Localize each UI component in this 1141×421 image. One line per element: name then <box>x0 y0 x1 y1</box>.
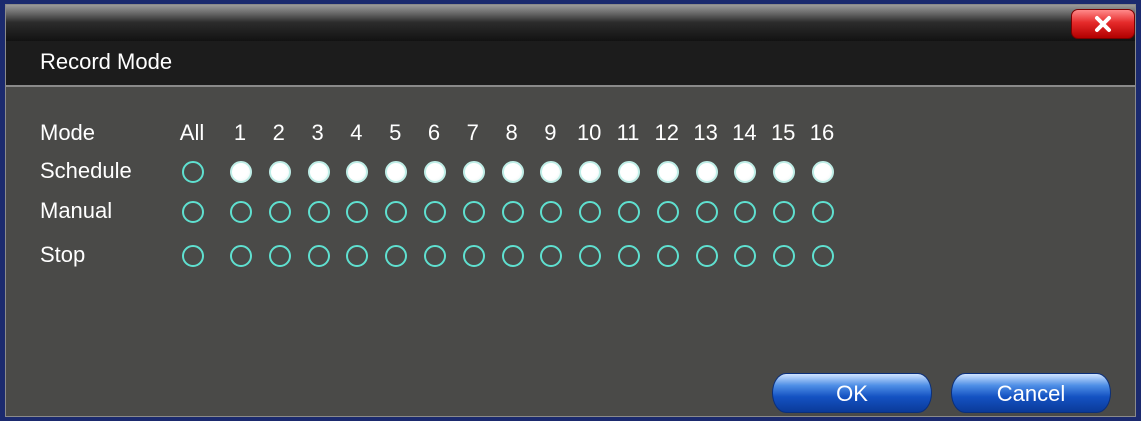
stop-channel-16-radio[interactable] <box>812 245 834 267</box>
dialog-header: Record Mode <box>6 41 1135 87</box>
schedule-channel-14-radio[interactable] <box>734 161 757 183</box>
manual-channel-6-radio[interactable] <box>424 201 446 223</box>
channel-header-10: 10 <box>576 120 602 145</box>
cancel-button[interactable]: Cancel <box>951 373 1111 413</box>
channel-header-14: 14 <box>732 120 757 145</box>
channel-header-13: 13 <box>693 120 718 145</box>
stop-channel-8-radio[interactable] <box>501 245 524 267</box>
schedule-channel-4-radio[interactable] <box>346 161 369 183</box>
manual-channel-7-radio[interactable] <box>462 201 485 223</box>
manual-channel-14-radio[interactable] <box>734 201 757 223</box>
channel-header-7: 7 <box>466 120 479 145</box>
stop-channel-4-radio[interactable] <box>346 245 369 267</box>
manual-channel-3-radio[interactable] <box>307 201 330 223</box>
schedule-channel-3-radio[interactable] <box>307 161 330 183</box>
schedule-channel-5-radio[interactable] <box>385 161 408 183</box>
channel-header-9: 9 <box>544 120 557 145</box>
manual-channel-15-radio[interactable] <box>773 201 796 223</box>
channel-header-5: 5 <box>389 120 402 145</box>
schedule-channel-9-radio[interactable] <box>540 161 563 183</box>
manual-channel-11-radio[interactable] <box>618 201 640 223</box>
column-header-all: All <box>179 120 205 145</box>
close-icon <box>1095 16 1111 32</box>
schedule-channel-1-radio[interactable] <box>230 161 252 183</box>
mode-column-label: Mode <box>40 120 96 145</box>
stop-channel-5-radio[interactable] <box>385 245 408 267</box>
manual-channel-5-radio[interactable] <box>385 201 408 223</box>
manual-channel-16-radio[interactable] <box>812 201 834 223</box>
channel-header-15: 15 <box>770 120 796 145</box>
schedule-all-radio[interactable] <box>182 161 204 183</box>
manual-all-radio[interactable] <box>182 201 204 223</box>
row-label-manual: Manual <box>40 198 113 223</box>
record-mode-dialog: Record Mode Mode All 1 2 3 4 5 6 7 8 9 10 11 12 13 14 15… <box>5 4 1136 417</box>
title-bar[interactable] <box>6 5 1135 41</box>
stop-channel-10-radio[interactable] <box>579 245 602 267</box>
stop-channel-13-radio[interactable] <box>695 245 718 267</box>
channel-header-3: 3 <box>311 120 324 145</box>
schedule-channel-2-radio[interactable] <box>268 161 291 183</box>
schedule-channel-8-radio[interactable] <box>501 161 524 183</box>
schedule-channel-15-radio[interactable] <box>773 161 796 183</box>
stop-channel-6-radio[interactable] <box>424 245 446 267</box>
stop-channel-9-radio[interactable] <box>540 245 563 267</box>
stop-channel-2-radio[interactable] <box>268 245 291 267</box>
ok-button[interactable]: OK <box>772 373 932 413</box>
stop-channel-1-radio[interactable] <box>230 245 252 267</box>
channel-header-12: 12 <box>654 120 680 145</box>
row-label-stop: Stop <box>40 242 86 267</box>
channel-header-2: 2 <box>272 120 285 145</box>
channel-header-8: 8 <box>505 120 518 145</box>
schedule-channel-12-radio[interactable] <box>656 161 679 183</box>
stop-channel-3-radio[interactable] <box>307 245 330 267</box>
stop-channel-14-radio[interactable] <box>734 245 757 267</box>
schedule-channel-10-radio[interactable] <box>579 161 602 183</box>
row-label-schedule: Schedule <box>40 158 132 183</box>
stop-channel-11-radio[interactable] <box>618 245 640 267</box>
manual-channel-4-radio[interactable] <box>346 201 369 223</box>
dialog-title: Record Mode <box>40 49 173 74</box>
manual-channel-9-radio[interactable] <box>540 201 563 223</box>
channel-header-6: 6 <box>427 120 441 145</box>
schedule-channel-13-radio[interactable] <box>695 161 718 183</box>
channel-header-16: 16 <box>809 120 835 145</box>
manual-channel-8-radio[interactable] <box>501 201 524 223</box>
manual-channel-10-radio[interactable] <box>579 201 602 223</box>
schedule-channel-11-radio[interactable] <box>618 161 640 183</box>
stop-channel-12-radio[interactable] <box>656 245 679 267</box>
manual-channel-13-radio[interactable] <box>695 201 718 223</box>
manual-channel-12-radio[interactable] <box>656 201 679 223</box>
stop-all-radio[interactable] <box>182 245 204 267</box>
manual-channel-2-radio[interactable] <box>268 201 291 223</box>
close-button[interactable] <box>1071 9 1135 39</box>
channel-header-11: 11 <box>616 120 640 145</box>
schedule-channel-6-radio[interactable] <box>424 161 446 183</box>
channel-header-1: 1 <box>233 120 247 145</box>
schedule-channel-16-radio[interactable] <box>812 161 834 183</box>
stop-channel-7-radio[interactable] <box>462 245 485 267</box>
manual-channel-1-radio[interactable] <box>230 201 252 223</box>
stop-channel-15-radio[interactable] <box>773 245 796 267</box>
channel-header-4: 4 <box>350 120 363 145</box>
schedule-channel-7-radio[interactable] <box>462 161 485 183</box>
